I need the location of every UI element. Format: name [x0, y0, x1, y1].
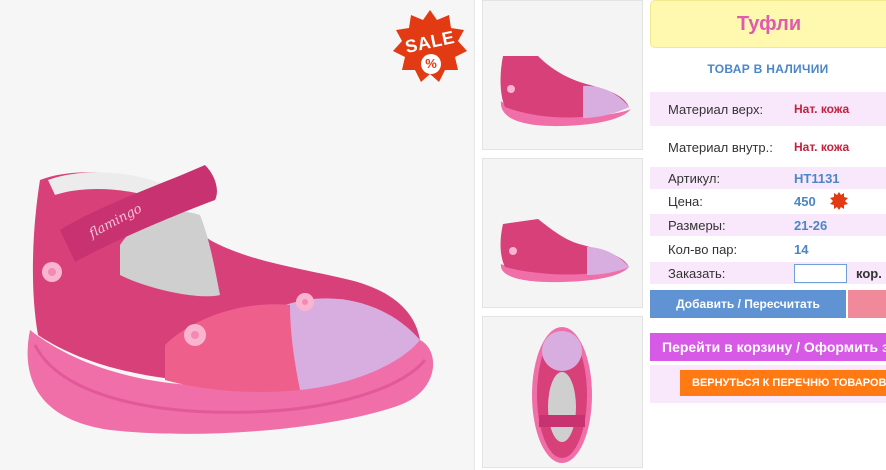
back-button-container: ВЕРНУТЬСЯ К ПЕРЕЧНЮ ТОВАРОВ	[650, 365, 886, 403]
spec-value: 21-26	[794, 218, 828, 233]
spec-label: Размеры:	[668, 218, 726, 233]
spec-value: 14	[794, 242, 809, 257]
spec-label: Цена:	[668, 194, 703, 209]
order-unit: кор.	[856, 266, 882, 281]
order-row: Заказать: кор.	[650, 262, 886, 284]
spec-value: HT1131	[794, 171, 840, 186]
spec-row-inner-material: Материал внутр.: Нат. кожа	[650, 130, 886, 164]
main-product-photo[interactable]: flamingo SALE %	[0, 0, 475, 470]
price-value: 450	[794, 194, 816, 209]
spec-value: Нат. кожа	[794, 140, 850, 154]
product-title-box: Туфли	[650, 0, 886, 48]
sale-badge: SALE %	[393, 10, 467, 84]
spec-row-pairs: Кол-во пар: 14	[650, 238, 886, 260]
thumbnail-2[interactable]	[482, 158, 643, 308]
clear-button[interactable]	[848, 290, 886, 318]
spec-label: Артикул:	[668, 171, 721, 186]
shoe-thumbnail-image	[500, 56, 631, 127]
go-to-cart-button[interactable]: Перейти в корзину / Оформить заказ	[650, 333, 886, 361]
spec-row-sizes: Размеры: 21-26	[650, 214, 886, 236]
spec-row-upper-material: Материал верх: Нат. кожа	[650, 92, 886, 126]
add-recalculate-button[interactable]: Добавить / Пересчитать	[650, 290, 846, 318]
spec-label: Материал верх:	[668, 102, 764, 117]
thumbnail-3[interactable]	[482, 316, 643, 468]
spec-value: Нат. кожа	[794, 102, 850, 116]
shoe-thumbnail-image	[532, 327, 592, 463]
mini-sale-icon	[830, 192, 848, 210]
spec-row-article: Артикул: HT1131	[650, 167, 886, 189]
order-label: Заказать:	[668, 266, 726, 281]
spec-label: Кол-во пар:	[668, 242, 738, 257]
back-to-list-button[interactable]: ВЕРНУТЬСЯ К ПЕРЕЧНЮ ТОВАРОВ	[680, 370, 886, 396]
spec-row-price: Цена: 450	[650, 190, 886, 212]
spec-label: Материал внутр.:	[668, 140, 773, 155]
shoe-thumbnail-image	[500, 219, 629, 283]
order-quantity-input[interactable]	[794, 264, 847, 283]
stock-status: ТОВАР В НАЛИЧИИ	[707, 62, 829, 76]
thumbnail-1[interactable]	[482, 0, 643, 150]
product-title: Туфли	[736, 13, 802, 35]
